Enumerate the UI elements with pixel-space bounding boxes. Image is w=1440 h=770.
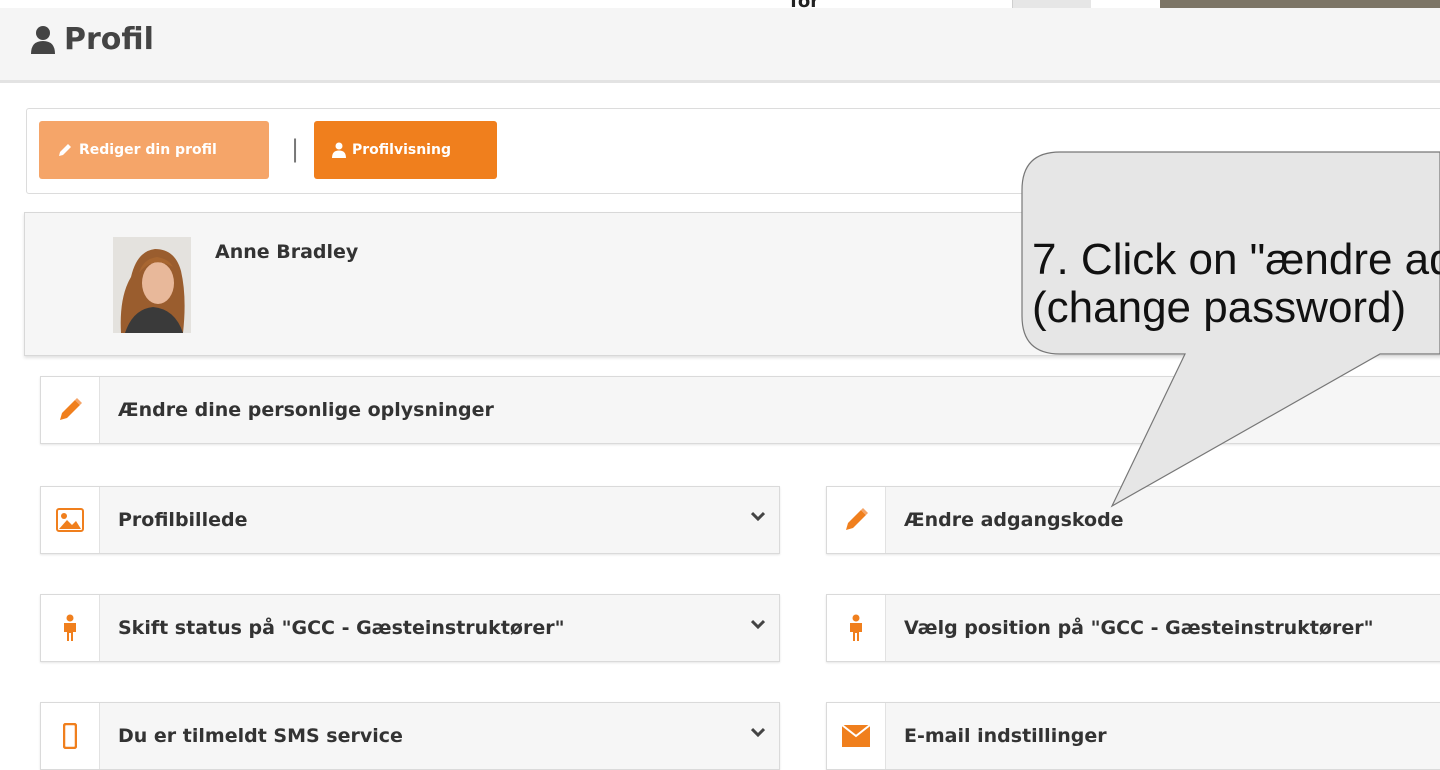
callout-bubble (1021, 151, 1440, 508)
callout-line-2: (change password) (1032, 283, 1407, 332)
callout-line-1: 7. Click on "ændre adgangskode" (1032, 236, 1440, 284)
callout-text: 7. Click on "ændre adgangskode" (change … (1032, 236, 1440, 332)
